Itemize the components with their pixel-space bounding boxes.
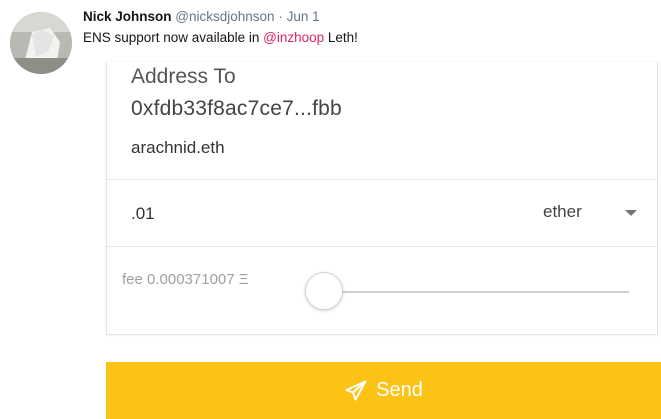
paper-plane-icon (345, 380, 367, 400)
avatar[interactable] (10, 12, 72, 74)
avatar-photo (10, 12, 72, 74)
send-form-card: Address To 0xfdb33f8ac7ce7...fbb arachni… (106, 62, 658, 335)
send-button-label: Send (376, 379, 423, 401)
tweet-date[interactable]: Jun 1 (287, 9, 320, 24)
amount-input[interactable]: .01 (131, 204, 155, 224)
mention-link[interactable]: @inzhoop (263, 30, 324, 45)
chevron-down-icon (625, 210, 637, 216)
fee-section: fee 0.000371007 Ξ (107, 247, 657, 333)
address-input[interactable]: 0xfdb33f8ac7ce7...fbb (131, 97, 342, 121)
tweet-text-before: ENS support now available in (83, 30, 264, 45)
separator-dot: · (278, 9, 283, 24)
tweet-text: ENS support now available in @inzhoop Le… (83, 30, 358, 45)
tweet-header: Nick Johnson @nicksdjohnson · Jun 1 (83, 9, 320, 24)
unit-select[interactable]: ether (541, 200, 645, 230)
tweet-text-after: Leth! (324, 30, 358, 45)
ens-name: arachnid.eth (131, 138, 225, 157)
send-button[interactable]: Send (106, 362, 661, 419)
author-handle[interactable]: @nicksdjohnson (175, 9, 274, 24)
fee-slider-thumb[interactable] (305, 272, 343, 310)
address-label: Address To (131, 65, 236, 88)
fee-slider-track[interactable] (325, 291, 629, 293)
amount-section: .01 ether (107, 180, 657, 247)
author-name[interactable]: Nick Johnson (83, 9, 172, 24)
unit-select-value: ether (543, 202, 582, 221)
fee-label: fee 0.000371007 Ξ (122, 271, 249, 288)
address-section: Address To 0xfdb33f8ac7ce7...fbb arachni… (107, 62, 657, 180)
